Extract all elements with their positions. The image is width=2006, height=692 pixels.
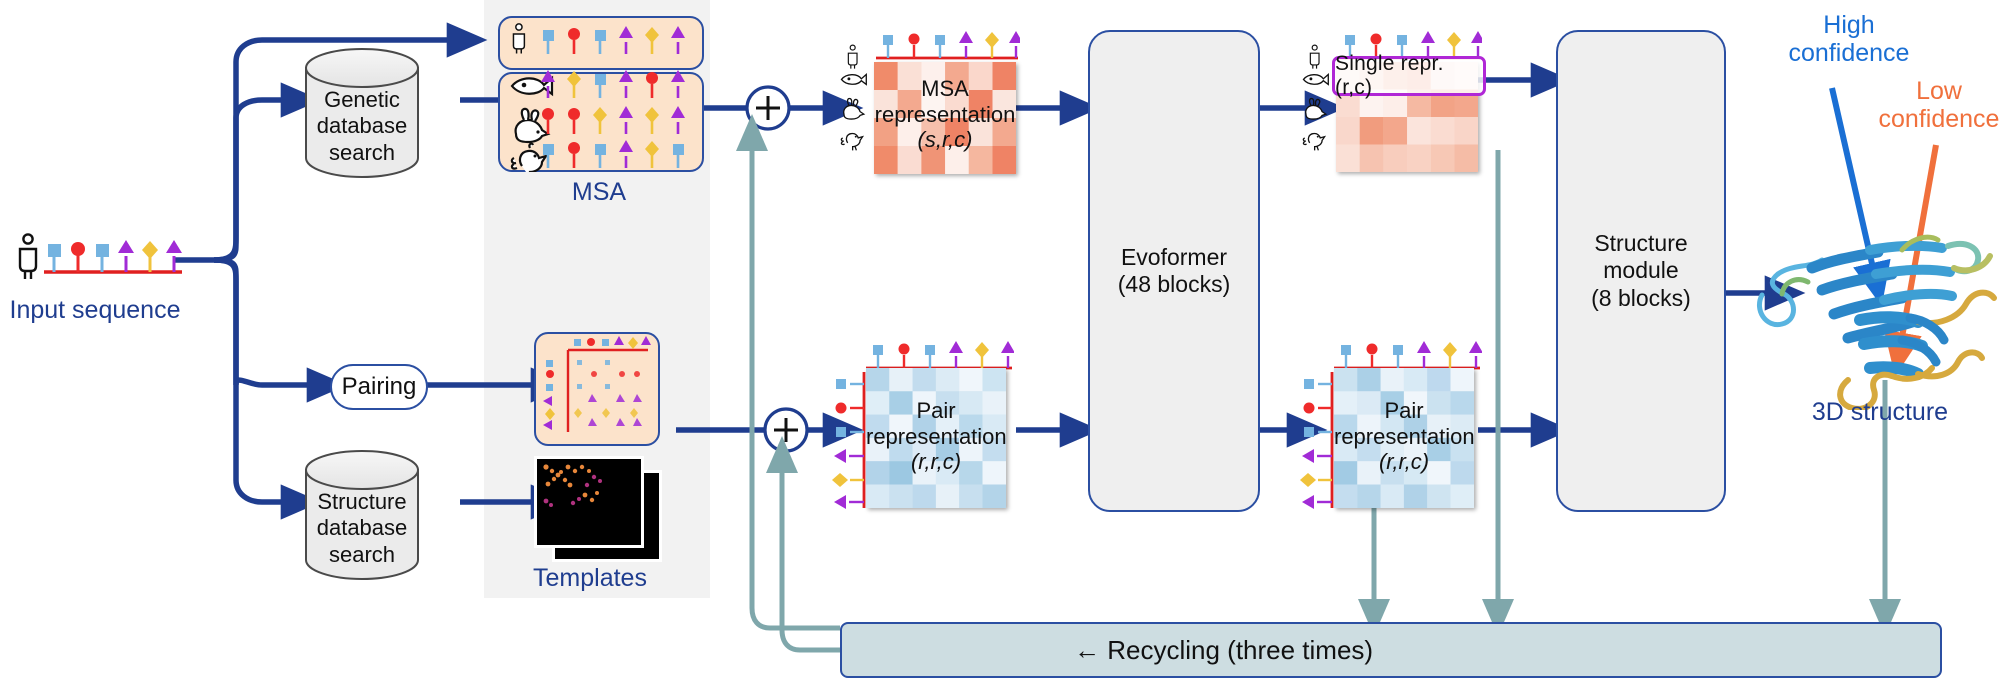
msa-label: MSA	[571, 178, 627, 206]
evoformer-label: Evoformer (48 blocks)	[1118, 244, 1230, 298]
msa-rep-line-1: MSA	[921, 76, 969, 101]
structure-module-label: Structure module (8 blocks)	[1591, 230, 1691, 311]
pair-representation-text-1: Pair representation (r,r,c)	[866, 398, 1007, 475]
msa-row-1-glyphs	[543, 26, 685, 54]
add-node-top	[745, 85, 791, 131]
evoformer-line-1: Evoformer	[1120, 243, 1228, 270]
alphafold-architecture-diagram: Input sequence Genetic database search S…	[0, 0, 2006, 692]
protein-ribbon-render	[1757, 234, 1997, 410]
input-sequence-group	[14, 228, 184, 295]
templates-label: Templates	[533, 564, 647, 592]
msa-glyph-matrix	[510, 23, 685, 172]
single-representation-label: Single repr. (r,c)	[1332, 52, 1486, 99]
evoformer-block[interactable]: Evoformer (48 blocks)	[1088, 30, 1260, 512]
genetic-db-line-2: database	[316, 113, 408, 139]
add-node-bottom	[763, 407, 809, 453]
high-confidence-line-1: High	[1823, 11, 1875, 39]
pair-representation-heatmap-2: Pair representation (r,r,c)	[1334, 368, 1475, 508]
genetic-db-line-3: search	[328, 139, 396, 165]
pairing-node[interactable]: Pairing	[330, 364, 428, 410]
pair-rep-2-line-1: Pair	[1384, 398, 1424, 423]
pair-rep-1-line-1: Pair	[916, 398, 956, 423]
msa-representation-text: MSA representation (s,r,c)	[874, 76, 1016, 153]
pair-rep-2-top-ticks	[1334, 341, 1482, 370]
structure-module-line-1: Structure	[1594, 230, 1688, 257]
structure-db-line-1: Structure	[317, 489, 407, 514]
3d-structure-label: 3D structure	[1811, 398, 1949, 426]
input-sequence-glyphs	[18, 233, 182, 279]
high-confidence-line-2: confidence	[1788, 38, 1910, 67]
genetic-database-search-label: Genetic database search	[302, 87, 422, 166]
genetic-db-line-1: Genetic	[324, 87, 400, 112]
human-icon	[512, 23, 526, 54]
recycling-bar[interactable]: ← Recycling (three times)	[840, 622, 1942, 678]
pair-representation-heatmap-1: Pair representation (r,r,c)	[866, 368, 1007, 508]
pair-rep-2-line-3: (r,r,c)	[1378, 449, 1430, 475]
msa-representation-heatmap: MSA representation (s,r,c)	[874, 62, 1016, 174]
contact-map-dots	[543, 464, 602, 507]
pair-rep-2-line-2: representation	[1334, 423, 1475, 449]
pair-rep-1-top-ticks	[866, 341, 1014, 370]
structure-module-line-3: (8 blocks)	[1591, 284, 1691, 311]
evoformer-line-2: (48 blocks)	[1117, 271, 1231, 297]
template-thumbnail-front	[534, 456, 644, 548]
pair-representation-text-2: Pair representation (r,r,c)	[1334, 398, 1475, 475]
structure-module-line-2: module	[1603, 257, 1679, 284]
structure-db-line-3: search	[328, 541, 396, 567]
input-sequence-label: Input sequence	[9, 296, 181, 324]
msa-rep-line-3: (s,r,c)	[917, 127, 973, 153]
msa-rep-line-2: representation	[874, 101, 1016, 127]
structure-module-block[interactable]: Structure module (8 blocks)	[1556, 30, 1726, 512]
pair-rep-1-side-ticks	[832, 372, 866, 509]
pair-rep-2-side-ticks	[1300, 372, 1334, 509]
low-confidence-annotation: Low confidence	[1872, 77, 2006, 133]
single-representation-heatmap: Single repr. (r,c)	[1332, 52, 1486, 172]
high-confidence-annotation: High confidence	[1774, 11, 1924, 67]
msa-rep-sequence-ticks	[876, 31, 1020, 60]
structure-database-search-label: Structure database search	[302, 489, 422, 568]
chicken-icon	[510, 142, 549, 172]
msa-rep-organism-column	[840, 44, 867, 151]
recycling-label: ← Recycling (three times)	[1074, 634, 1374, 665]
msa-row-2-glyphs	[541, 70, 685, 98]
pair-rep-1-line-3: (r,r,c)	[910, 449, 962, 475]
msa-row-4-glyphs	[543, 140, 684, 168]
low-confidence-line-2: confidence	[1878, 104, 2000, 133]
msa-row-3-glyphs	[542, 106, 685, 134]
human-icon	[18, 233, 38, 279]
pairing-matrix-glyphs	[543, 336, 651, 432]
low-confidence-line-1: Low	[1916, 77, 1962, 105]
structure-db-line-2: database	[316, 515, 408, 541]
pair-rep-1-line-2: representation	[866, 423, 1007, 449]
